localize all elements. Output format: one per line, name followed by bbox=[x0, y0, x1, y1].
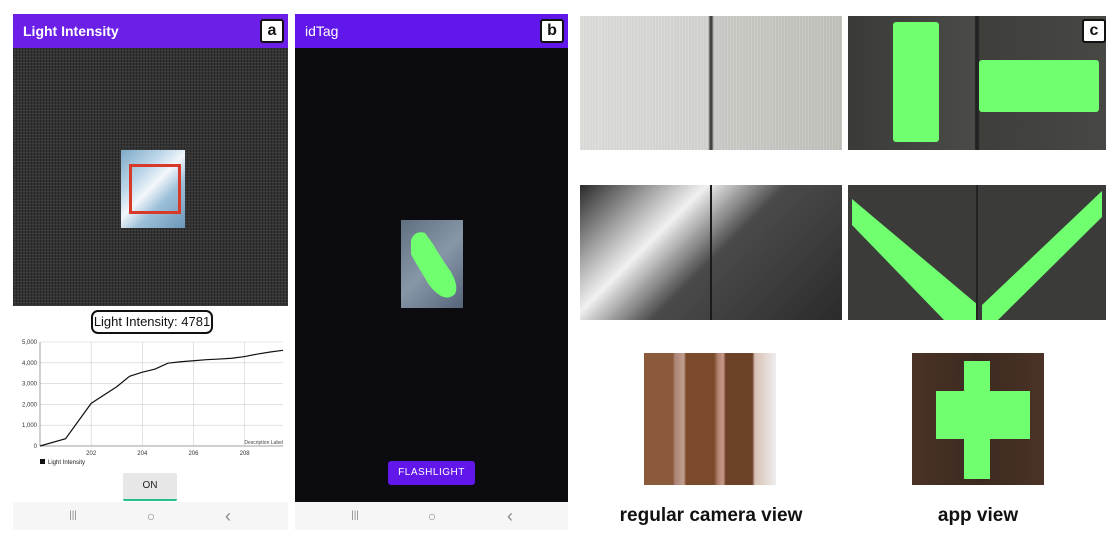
light-intensity-readout: Light Intensity: 4781 bbox=[91, 310, 213, 334]
y-tick-label: 1,000 bbox=[22, 423, 38, 429]
legend-label: Light Intensity bbox=[48, 460, 85, 466]
panel-label-b: b bbox=[540, 19, 564, 43]
app-bar-b: idTag bbox=[295, 14, 568, 48]
nav-bar-a: ||| ○ ‹ bbox=[13, 502, 288, 530]
y-tick-label: 2,000 bbox=[22, 402, 38, 408]
highlight-horizontal-bar bbox=[979, 60, 1099, 112]
tile-seam bbox=[710, 185, 712, 320]
panel-a: Light Intensity a Light Intensity: 4781 … bbox=[13, 14, 288, 530]
y-tick-label: 0 bbox=[34, 444, 38, 450]
app-view-sample-1 bbox=[848, 16, 1106, 150]
x-tick-label: 204 bbox=[137, 451, 148, 457]
panel-c: c regular camera view app view bbox=[578, 14, 1108, 544]
panel-b: idTag b FLASHLIGHT ||| ○ ‹ bbox=[295, 14, 568, 530]
series-line-light-intensity bbox=[39, 349, 284, 447]
legend-swatch bbox=[40, 459, 45, 464]
highlight-cross-horizontal bbox=[936, 391, 1030, 439]
x-tick-label: 208 bbox=[240, 451, 251, 457]
panel-label-c: c bbox=[1082, 19, 1106, 43]
camera-preview-b bbox=[295, 48, 568, 500]
camera-preview-a bbox=[13, 48, 288, 306]
caption-regular-camera-view: regular camera view bbox=[619, 505, 803, 526]
app-view-sample-3 bbox=[912, 353, 1044, 485]
light-intensity-chart: 01,0002,0003,0004,0005,000 202 204 206 208 … bbox=[22, 340, 284, 466]
flashlight-label: FLASHLIGHT bbox=[398, 467, 465, 478]
highlight-diagonal-v bbox=[852, 185, 1102, 320]
recent-apps-icon[interactable]: ||| bbox=[340, 502, 370, 530]
recent-apps-icon[interactable]: ||| bbox=[58, 502, 88, 530]
flashlight-button[interactable]: FLASHLIGHT bbox=[388, 461, 475, 485]
highlight-vertical-bar bbox=[893, 22, 939, 142]
y-tick-label: 3,000 bbox=[22, 382, 38, 388]
on-toggle-button[interactable]: ON bbox=[123, 473, 177, 501]
x-tick-label: 206 bbox=[188, 451, 199, 457]
home-icon[interactable]: ○ bbox=[417, 502, 447, 530]
home-icon[interactable]: ○ bbox=[136, 502, 166, 530]
app-bar-a: Light Intensity bbox=[13, 14, 288, 48]
y-tick-label: 4,000 bbox=[22, 361, 38, 367]
back-icon[interactable]: ‹ bbox=[213, 502, 243, 530]
y-tick-label: 5,000 bbox=[22, 340, 38, 346]
readout-text: Light Intensity: 4781 bbox=[93, 314, 211, 329]
nav-bar-b: ||| ○ ‹ bbox=[295, 502, 568, 530]
caption-app-view: app view bbox=[937, 505, 1019, 526]
chart-description-label: Description Label bbox=[244, 440, 283, 446]
on-button-label: ON bbox=[142, 480, 158, 491]
regular-view-sample-3 bbox=[644, 353, 776, 485]
app-view-sample-2 bbox=[848, 185, 1106, 320]
regular-view-sample-1 bbox=[580, 16, 842, 150]
detected-pattern-overlay bbox=[411, 232, 457, 298]
regular-view-sample-2 bbox=[580, 185, 842, 320]
app-title-b: idTag bbox=[305, 23, 339, 39]
app-title-a: Light Intensity bbox=[23, 23, 119, 39]
measurement-box[interactable] bbox=[129, 164, 181, 214]
back-icon[interactable]: ‹ bbox=[495, 502, 525, 530]
x-tick-label: 202 bbox=[86, 451, 97, 457]
panel-label-a: a bbox=[260, 19, 284, 43]
